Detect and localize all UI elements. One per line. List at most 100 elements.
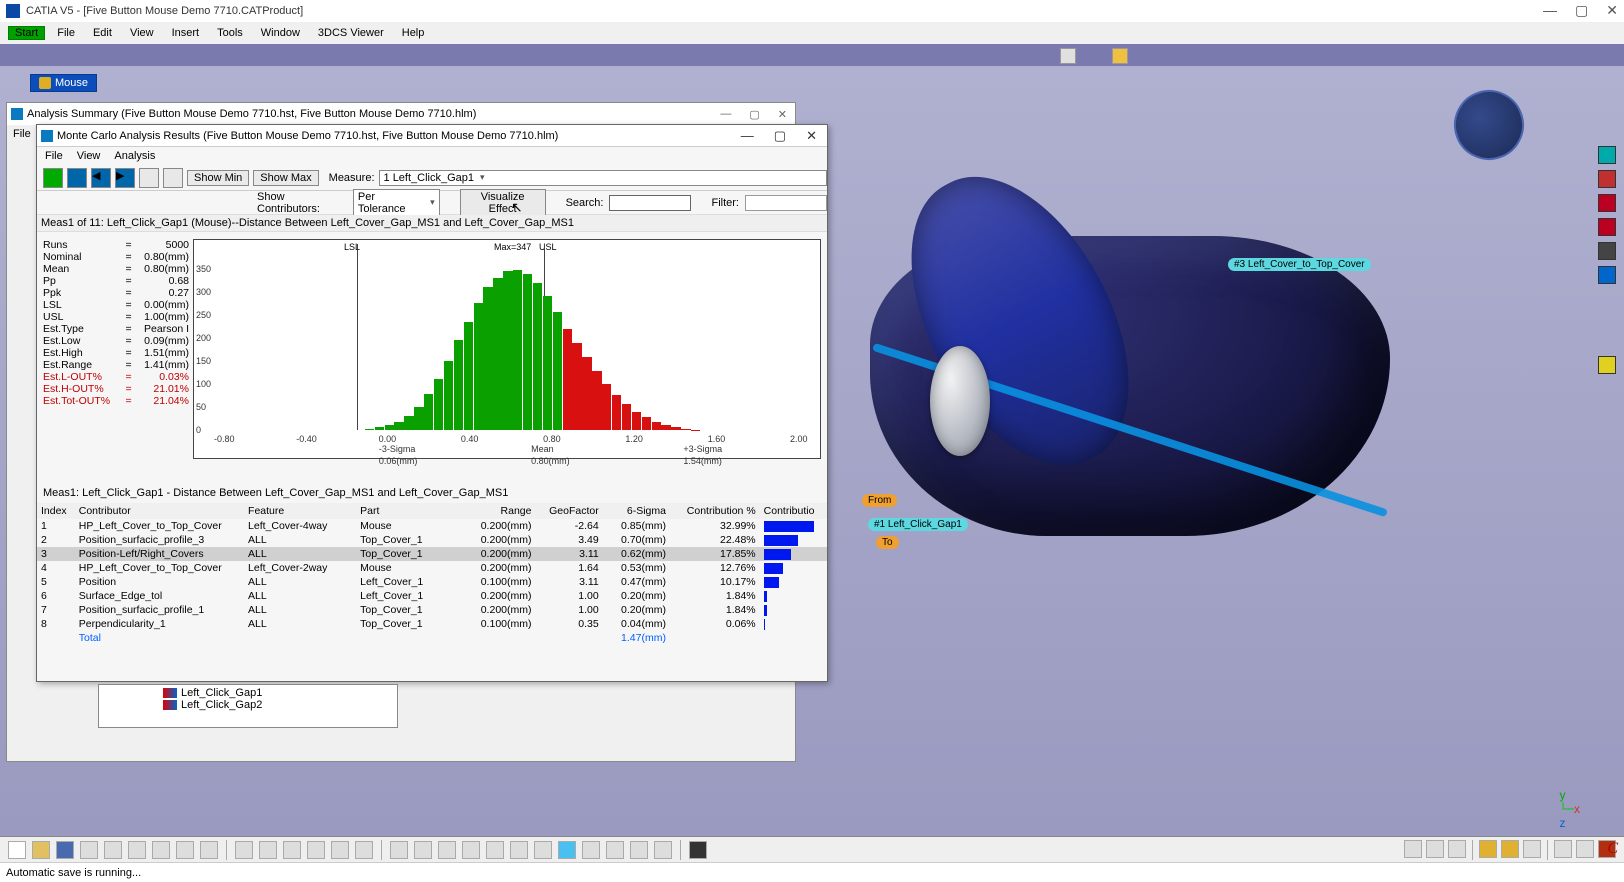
table-row[interactable]: 5PositionALLLeft_Cover_10.100(mm)3.110.4… bbox=[37, 575, 827, 589]
monte-carlo-window[interactable]: Monte Carlo Analysis Results (Five Butto… bbox=[36, 124, 828, 682]
zoom-in-icon[interactable] bbox=[486, 841, 504, 859]
view-compass[interactable] bbox=[1445, 81, 1533, 169]
menu-file[interactable]: File bbox=[51, 27, 81, 39]
rtool-icon[interactable] bbox=[1598, 146, 1616, 164]
dcs-icon[interactable] bbox=[1448, 840, 1466, 858]
cut-icon[interactable] bbox=[104, 841, 122, 859]
fly-icon[interactable] bbox=[390, 841, 408, 859]
paste-icon[interactable] bbox=[152, 841, 170, 859]
hide-icon[interactable] bbox=[630, 841, 648, 859]
maximize-button[interactable]: ▢ bbox=[774, 128, 786, 144]
prev-icon[interactable]: ◀ bbox=[91, 168, 111, 188]
menu-edit[interactable]: Edit bbox=[87, 27, 118, 39]
menu-file[interactable]: File bbox=[13, 128, 31, 140]
maximize-button[interactable]: ▢ bbox=[749, 108, 759, 121]
show-max-button[interactable]: Show Max bbox=[253, 170, 318, 186]
rtool-icon[interactable] bbox=[1598, 356, 1616, 374]
close-button[interactable]: ✕ bbox=[806, 128, 817, 144]
search-input[interactable] bbox=[609, 195, 691, 211]
show-min-button[interactable]: Show Min bbox=[187, 170, 249, 186]
table-row[interactable]: 8Perpendicularity_1ALLTop_Cover_10.100(m… bbox=[37, 617, 827, 631]
minimize-button[interactable]: — bbox=[720, 108, 731, 121]
minimize-button[interactable]: — bbox=[1543, 2, 1557, 19]
next-icon[interactable]: ▶ bbox=[115, 168, 135, 188]
fx-icon[interactable] bbox=[235, 841, 253, 859]
show-icon[interactable] bbox=[654, 841, 672, 859]
table-icon[interactable] bbox=[307, 841, 325, 859]
pan-icon[interactable] bbox=[438, 841, 456, 859]
menu-insert[interactable]: Insert bbox=[166, 27, 206, 39]
knowledge-icon[interactable] bbox=[283, 841, 301, 859]
minimize-button[interactable]: — bbox=[741, 128, 754, 144]
menu-view[interactable]: View bbox=[77, 150, 101, 162]
zoom-out-icon[interactable] bbox=[510, 841, 528, 859]
menu-analysis[interactable]: Analysis bbox=[114, 150, 155, 162]
rtool-icon[interactable] bbox=[1598, 218, 1616, 236]
maximize-button[interactable]: ▢ bbox=[1575, 2, 1588, 19]
print-icon[interactable] bbox=[80, 841, 98, 859]
menu-tools[interactable]: Tools bbox=[211, 27, 249, 39]
normal-view-icon[interactable] bbox=[534, 841, 552, 859]
callout-left-click[interactable]: #1 Left_Click_Gap1 bbox=[868, 518, 968, 531]
table-row[interactable]: 1HP_Left_Cover_to_Top_CoverLeft_Cover-4w… bbox=[37, 519, 827, 533]
menu-help[interactable]: Help bbox=[396, 27, 431, 39]
cursor-icon[interactable] bbox=[1112, 48, 1128, 64]
swap-view-icon[interactable] bbox=[582, 841, 600, 859]
close-button[interactable]: ✕ bbox=[778, 108, 787, 121]
dcs-icon[interactable] bbox=[1404, 840, 1422, 858]
undo-icon[interactable] bbox=[176, 841, 194, 859]
tool-icon[interactable] bbox=[1060, 48, 1076, 64]
new-icon[interactable] bbox=[8, 841, 26, 859]
histogram-chart[interactable]: LSL Max=347 USL 050100150200250300350 -0… bbox=[193, 239, 821, 459]
dcs-icon[interactable] bbox=[1479, 840, 1497, 858]
callout-top-cover[interactable]: #3 Left_Cover_to_Top_Cover bbox=[1228, 258, 1371, 271]
callout-from[interactable]: From bbox=[862, 494, 897, 507]
open-icon[interactable] bbox=[32, 841, 50, 859]
formula-icon[interactable] bbox=[259, 841, 277, 859]
menu-window[interactable]: Window bbox=[255, 27, 306, 39]
rotate-icon[interactable] bbox=[462, 841, 480, 859]
list-icon[interactable] bbox=[67, 168, 87, 188]
contributors-dropdown[interactable]: Per Tolerance bbox=[353, 189, 440, 217]
dcs-icon[interactable] bbox=[1501, 840, 1519, 858]
menu-file[interactable]: File bbox=[45, 150, 63, 162]
dcs-icon[interactable] bbox=[1576, 840, 1594, 858]
save-icon[interactable] bbox=[56, 841, 74, 859]
camera-icon[interactable] bbox=[689, 841, 707, 859]
table-row[interactable]: 4HP_Left_Cover_to_Top_CoverLeft_Cover-2w… bbox=[37, 561, 827, 575]
copy-icon[interactable] bbox=[128, 841, 146, 859]
close-button[interactable]: ✕ bbox=[1606, 2, 1618, 19]
list-item[interactable]: Left_Click_Gap1 bbox=[105, 687, 391, 699]
run-icon[interactable] bbox=[43, 168, 63, 188]
tree-root[interactable]: Mouse bbox=[30, 74, 97, 92]
callout-to[interactable]: To bbox=[876, 536, 899, 549]
menu-start[interactable]: Start bbox=[8, 26, 45, 40]
menu-3dcs[interactable]: 3DCS Viewer bbox=[312, 27, 390, 39]
fit-icon[interactable] bbox=[414, 841, 432, 859]
table-row[interactable]: 3Position-Left/Right_CoversALLTop_Cover_… bbox=[37, 547, 827, 561]
visualize-effect-button[interactable]: Visualize Effect bbox=[460, 189, 546, 217]
report-icon[interactable] bbox=[163, 168, 183, 188]
mouse-model[interactable] bbox=[830, 176, 1390, 556]
table-row[interactable]: 6Surface_Edge_tolALLLeft_Cover_10.200(mm… bbox=[37, 589, 827, 603]
lock-icon[interactable] bbox=[331, 841, 349, 859]
rtool-icon[interactable] bbox=[1598, 266, 1616, 284]
dcs-icon[interactable] bbox=[1523, 840, 1541, 858]
rtool-icon[interactable] bbox=[1598, 242, 1616, 260]
rtool-icon[interactable] bbox=[1598, 194, 1616, 212]
rtool-icon[interactable] bbox=[1598, 170, 1616, 188]
shading-icon[interactable] bbox=[606, 841, 624, 859]
dcs-icon[interactable] bbox=[1426, 840, 1444, 858]
table-row[interactable]: 2Position_surfacic_profile_3ALLTop_Cover… bbox=[37, 533, 827, 547]
redo-icon[interactable] bbox=[200, 841, 218, 859]
measure-dropdown[interactable]: 1 Left_Click_Gap1 bbox=[379, 170, 827, 186]
filter-input[interactable] bbox=[745, 195, 827, 211]
spec-tree-list[interactable]: Left_Click_Gap1 Left_Click_Gap2 bbox=[98, 684, 398, 728]
multi-view-icon[interactable] bbox=[558, 841, 576, 859]
table-row[interactable]: 7Position_surfacic_profile_1ALLTop_Cover… bbox=[37, 603, 827, 617]
list-item[interactable]: Left_Click_Gap2 bbox=[105, 699, 391, 711]
dcs-icon[interactable] bbox=[1554, 840, 1572, 858]
contributors-table[interactable]: IndexContributorFeaturePartRangeGeoFacto… bbox=[37, 503, 827, 645]
save-icon[interactable] bbox=[139, 168, 159, 188]
menu-view[interactable]: View bbox=[124, 27, 160, 39]
